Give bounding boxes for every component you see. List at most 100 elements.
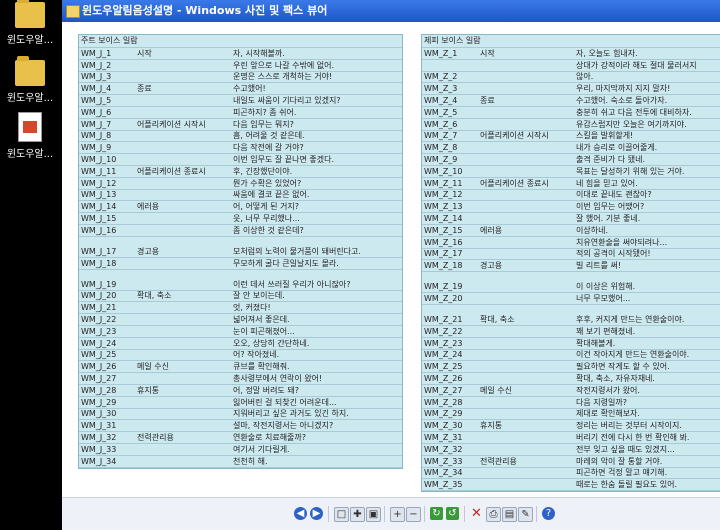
image-display-area: 주트 보이스 일람 WM_J_1 시작 자, 시작해볼까. WM_J_2 우린 앞으로 … bbox=[62, 22, 720, 497]
voice-line-cell: 충분히 쉬고 다음 전투에 대비하자. bbox=[574, 106, 720, 119]
voice-line-cell: 수고했어! bbox=[231, 82, 402, 96]
right-voice-table: WM_Z_1 시작 자, 오늘도 힘내자. 상대가 강적이라 해도 절대 물러서지 WM… bbox=[422, 48, 720, 492]
folder-icon bbox=[15, 56, 45, 86]
voice-line-cell: 넓어져서 좋은데. bbox=[231, 313, 402, 326]
category-cell bbox=[478, 200, 574, 214]
voice-line-cell: 모처럼의 노력이 물거품이 돼버린다고. bbox=[231, 236, 402, 258]
category-cell bbox=[478, 360, 574, 374]
category-cell: 전력관리용 bbox=[135, 431, 231, 444]
voice-line-cell: 후, 긴장했단이야. bbox=[231, 165, 402, 178]
rotate-clockwise-button[interactable]: ↻ bbox=[430, 507, 443, 520]
slideshow-button[interactable]: ▣ bbox=[366, 507, 381, 522]
actual-size-button[interactable]: ✚ bbox=[350, 507, 365, 522]
voice-line-cell: 잃어버린 걸 되찾긴 어려운데... bbox=[231, 396, 402, 409]
voice-id-cell: WM_J_10 bbox=[79, 153, 135, 166]
voice-id-cell: WM_Z_24 bbox=[422, 349, 478, 362]
desktop-icon-folder-2[interactable]: 윈도우알... bbox=[2, 56, 58, 104]
rotate-counterclockwise-button[interactable]: ↺ bbox=[446, 507, 459, 520]
table-row: WM_Z_8 내가 승리로 이끌어줄게. bbox=[422, 141, 720, 155]
voice-id-cell: WM_J_8 bbox=[79, 130, 135, 143]
voice-line-cell: 어, 정말 버려도 돼? bbox=[231, 384, 402, 397]
voice-id-cell: WM_J_13 bbox=[79, 189, 135, 202]
table-row: WM_Z_10 목표는 달성하기 위해 있는 거야. bbox=[422, 165, 720, 178]
category-cell bbox=[135, 106, 231, 119]
category-cell: 시작 bbox=[135, 48, 231, 60]
voice-line-cell: 오오, 상당히 간단하네. bbox=[231, 337, 402, 350]
voice-line-cell: 엇, 커졌다! bbox=[231, 301, 402, 315]
voice-id-cell: WM_J_31 bbox=[79, 419, 135, 433]
voice-id-cell: WM_Z_34 bbox=[422, 467, 478, 480]
voice-id-cell: WM_Z_2 bbox=[422, 71, 478, 84]
category-cell bbox=[135, 130, 231, 143]
voice-id-cell: WM_Z_17 bbox=[422, 248, 478, 261]
table-row: WM_Z_24 이건 작아지게 만드는 연환술이야. bbox=[422, 349, 720, 362]
folder-icon bbox=[15, 0, 45, 28]
table-row: WM_J_23 눈이 피곤해졌어... bbox=[79, 325, 402, 338]
voice-id-cell: WM_J_7 bbox=[79, 118, 135, 131]
voice-id-cell: WM_J_12 bbox=[79, 177, 135, 190]
voice-line-cell: 이대로 끝내도 괜찮아? bbox=[574, 189, 720, 202]
table-row: WM_J_8 흠, 어려울 것 같은데. bbox=[79, 130, 402, 143]
table-row: WM_Z_21 확대, 축소 후후, 커지게 만드는 연환술이야. bbox=[422, 304, 720, 326]
table-row: WM_Z_28 다음 지령일까? bbox=[422, 396, 720, 409]
table-row: WM_J_14 에러용 어, 어떻게 된 거지? bbox=[79, 200, 402, 214]
voice-line-cell: 스킬을 발휘할게! bbox=[574, 130, 720, 143]
category-cell: 에러용 bbox=[135, 200, 231, 214]
category-cell bbox=[135, 372, 231, 385]
voice-id-cell: WM_Z_16 bbox=[422, 236, 478, 249]
table-row: 상대가 강적이라 해도 절대 물러서지 bbox=[422, 59, 720, 72]
table-row: WM_J_24 오오, 상당히 간단하네. bbox=[79, 337, 402, 350]
zoom-out-button[interactable]: − bbox=[406, 507, 421, 522]
voice-id-cell: WM_J_33 bbox=[79, 443, 135, 456]
voice-id-cell: WM_J_34 bbox=[79, 455, 135, 468]
voice-line-cell: 내가 승리로 이끌어줄게. bbox=[574, 141, 720, 155]
voice-line-cell: 싸움에 결코 끝은 없어. bbox=[231, 189, 402, 202]
best-fit-button[interactable]: □ bbox=[334, 507, 349, 522]
voice-line-cell: 이 이상은 위험해. bbox=[574, 271, 720, 294]
voice-id-cell: WM_Z_33 bbox=[422, 455, 478, 468]
voice-line-cell: 설마, 작전지령서는 아니겠지? bbox=[231, 419, 402, 433]
voice-line-cell: 출격 준비가 다 됐네. bbox=[574, 153, 720, 166]
voice-line-cell: 뭔가 수확은 있었어? bbox=[231, 177, 402, 190]
table-row: WM_Z_30 휴지통 정리는 버리는 것부터 시작이지. bbox=[422, 419, 720, 433]
table-row: WM_Z_33 전력관리용 마레의 악이 잘 통할 거야. bbox=[422, 455, 720, 468]
category-cell: 메일 수신 bbox=[478, 384, 574, 397]
category-cell: 메일 수신 bbox=[135, 360, 231, 374]
desktop-icon-label: 윈도우알... bbox=[6, 35, 54, 46]
category-cell bbox=[135, 408, 231, 421]
voice-id-cell: WM_Z_12 bbox=[422, 189, 478, 202]
print-button[interactable]: ⎙ bbox=[486, 507, 501, 522]
category-cell bbox=[478, 141, 574, 155]
voice-line-cell: 다음 작전에 갈 거야? bbox=[231, 141, 402, 155]
category-cell bbox=[135, 224, 231, 237]
voice-line-cell: 목표는 달성하기 위해 있는 거야. bbox=[574, 165, 720, 178]
voice-id-cell: WM_J_27 bbox=[79, 372, 135, 385]
image-file-icon bbox=[18, 112, 42, 142]
table-row: WM_Z_7 어플리케이션 시작시 스킬을 발휘할게! bbox=[422, 130, 720, 143]
category-cell bbox=[135, 212, 231, 225]
voice-line-cell: 이번 임무는 어땠어? bbox=[574, 200, 720, 214]
voice-id-cell: WM_Z_8 bbox=[422, 141, 478, 155]
previous-image-button[interactable]: ◀ bbox=[294, 507, 307, 520]
desktop-icon-folder-1[interactable]: 윈도우알... bbox=[2, 0, 58, 46]
category-cell: 경고용 bbox=[135, 236, 231, 258]
desktop-icon-file[interactable]: 윈도우알... bbox=[2, 112, 58, 160]
voice-id-cell: WM_J_20 bbox=[79, 290, 135, 303]
help-button[interactable]: ? bbox=[542, 507, 555, 520]
table-row: WM_J_18 무모하게 굴다 큰일날지도 몰라. bbox=[79, 257, 402, 270]
table-row: WM_J_26 메일 수신 큐브를 확인해줘. bbox=[79, 360, 402, 374]
voice-id-cell: WM_Z_14 bbox=[422, 212, 478, 225]
delete-button[interactable]: ✕ bbox=[470, 507, 483, 520]
open-for-editing-button[interactable]: ✎ bbox=[518, 507, 533, 522]
voice-id-cell: WM_Z_11 bbox=[422, 177, 478, 190]
voice-line-cell: 작전지령서가 왔어. bbox=[574, 384, 720, 397]
table-row: WM_Z_31 버리기 전에 다시 한 번 확인해 봐. bbox=[422, 431, 720, 444]
title-bar[interactable]: 윈도우알림음성설명 - Windows 사진 및 팩스 뷰어 bbox=[62, 0, 720, 22]
voice-id-cell: WM_J_16 bbox=[79, 224, 135, 237]
table-row: WM_Z_35 때로는 한숨 돌릴 필요도 있어. bbox=[422, 478, 720, 492]
copy-to-button[interactable]: ▤ bbox=[502, 507, 517, 522]
zoom-in-button[interactable]: + bbox=[390, 507, 405, 522]
category-cell bbox=[135, 257, 231, 270]
next-image-button[interactable]: ▶ bbox=[310, 507, 323, 520]
voice-id-cell: WM_J_5 bbox=[79, 94, 135, 107]
